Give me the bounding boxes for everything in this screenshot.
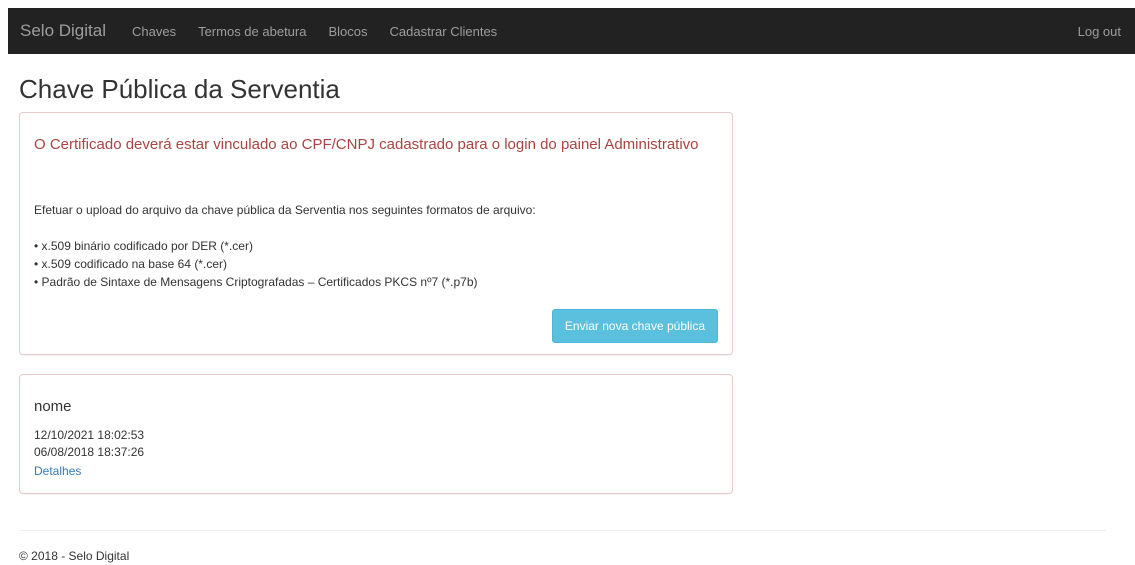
- format-list: • x.509 binário codificado por DER (*.ce…: [34, 237, 478, 291]
- upload-instructions: Efetuar o upload do arquivo da chave púb…: [34, 203, 536, 217]
- logout-link[interactable]: Log out: [1078, 24, 1121, 39]
- details-link[interactable]: Detalhes: [34, 464, 81, 478]
- nav-item-termos-de-abetura[interactable]: Termos de abetura: [198, 24, 306, 39]
- footer-divider: [19, 530, 1106, 531]
- certificate-warning: O Certificado deverá estar vinculado ao …: [34, 136, 699, 153]
- format-item: • x.509 binário codificado por DER (*.ce…: [34, 239, 253, 253]
- key-date-1: 12/10/2021 18:02:53: [34, 428, 145, 442]
- nav-item-chaves[interactable]: Chaves: [132, 24, 176, 39]
- nav-item-blocos[interactable]: Blocos: [328, 24, 367, 39]
- brand-link[interactable]: Selo Digital: [20, 21, 106, 41]
- nav-item-cadastrar-clientes[interactable]: Cadastrar Clientes: [390, 24, 498, 39]
- key-name: nome: [34, 398, 72, 415]
- page-title: Chave Pública da Serventia: [19, 74, 340, 104]
- upload-new-key-button[interactable]: Enviar nova chave pública: [551, 309, 718, 343]
- navbar: Selo Digital Chaves Termos de abetura Bl…: [8, 8, 1135, 54]
- page: Selo Digital Chaves Termos de abetura Bl…: [0, 0, 1135, 565]
- format-item: • x.509 codificado na base 64 (*.cer): [34, 257, 227, 271]
- certificate-info-panel: O Certificado deverá estar vinculado ao …: [19, 112, 733, 355]
- footer-text: © 2018 - Selo Digital: [19, 549, 130, 563]
- key-date-2: 06/08/2018 18:37:26: [34, 445, 145, 459]
- format-item: • Padrão de Sintaxe de Mensagens Criptog…: [34, 275, 478, 289]
- public-key-panel: nome 12/10/2021 18:02:53 06/08/2018 18:3…: [19, 374, 733, 494]
